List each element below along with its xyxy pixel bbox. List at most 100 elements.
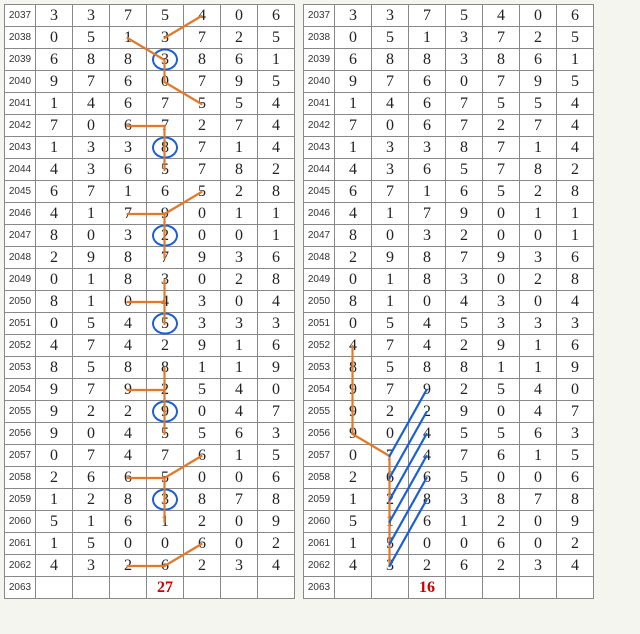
grid-cell: 9 — [36, 71, 73, 93]
grid-cell — [520, 577, 557, 599]
grid-cell: 6 — [557, 5, 594, 27]
grid-cell: 6 — [110, 71, 147, 93]
row-label: 2041 — [304, 93, 335, 115]
grid-cell: 5 — [557, 27, 594, 49]
row-label: 2060 — [304, 511, 335, 533]
grid-cell: 0 — [483, 401, 520, 423]
grid-cell: 8 — [36, 291, 73, 313]
grid-cell: 4 — [110, 313, 147, 335]
grid-cell: 4 — [258, 555, 295, 577]
grid-cell: 5 — [446, 5, 483, 27]
grid-cell: 7 — [184, 159, 221, 181]
row-label: 2057 — [5, 445, 36, 467]
grid-cell: 1 — [36, 533, 73, 555]
grid-cell: 2 — [483, 511, 520, 533]
grid-cell: 3 — [446, 49, 483, 71]
grid-cell: 3 — [184, 313, 221, 335]
grid-cell: 6 — [73, 467, 110, 489]
grid-cell: 3 — [557, 313, 594, 335]
row-label: 2050 — [304, 291, 335, 313]
grid-cell: 7 — [335, 115, 372, 137]
grid-cell: 1 — [409, 27, 446, 49]
grid-cell: 5 — [446, 423, 483, 445]
row-label: 2046 — [304, 203, 335, 225]
grid-cell: 0 — [184, 467, 221, 489]
grid-cell: 0 — [36, 313, 73, 335]
row-label: 2047 — [5, 225, 36, 247]
row-label: 2045 — [304, 181, 335, 203]
grid-cell: 1 — [258, 203, 295, 225]
grid-cell: 1 — [110, 27, 147, 49]
grid-cell: 8 — [221, 159, 258, 181]
grid-cell: 0 — [184, 269, 221, 291]
grid-cell: 1 — [520, 203, 557, 225]
grid-cell: 6 — [147, 555, 184, 577]
row-label: 2054 — [304, 379, 335, 401]
grid-cell: 2 — [110, 555, 147, 577]
grid-cell: 1 — [520, 445, 557, 467]
row-label: 2058 — [5, 467, 36, 489]
grid-cell: 1 — [258, 225, 295, 247]
grid-cell: 8 — [110, 357, 147, 379]
grid-cell: 1 — [372, 269, 409, 291]
grid-cell: 1 — [73, 291, 110, 313]
grid-cell: 9 — [73, 247, 110, 269]
row-label: 2046 — [5, 203, 36, 225]
grid-cell: 7 — [73, 379, 110, 401]
grid-cell: 1 — [73, 203, 110, 225]
grid-cell: 4 — [557, 555, 594, 577]
row-label: 2059 — [5, 489, 36, 511]
row-label: 2053 — [5, 357, 36, 379]
grid-cell: 4 — [258, 93, 295, 115]
grid-cell: 4 — [258, 291, 295, 313]
grid-cell: 0 — [372, 225, 409, 247]
grid-cell: 3 — [258, 313, 295, 335]
grid-cell: 3 — [446, 27, 483, 49]
grid-cell: 5 — [483, 181, 520, 203]
grid-cell: 5 — [184, 423, 221, 445]
grid-cell — [36, 577, 73, 599]
grid-cell: 8 — [147, 357, 184, 379]
grid-cell: 5 — [446, 467, 483, 489]
grid-cell: 6 — [147, 181, 184, 203]
grid-cell: 3 — [372, 5, 409, 27]
grid-cell: 0 — [520, 467, 557, 489]
grid-cell — [110, 577, 147, 599]
grid-cell: 0 — [409, 533, 446, 555]
grid-cell: 5 — [147, 423, 184, 445]
grid-cell: 5 — [446, 159, 483, 181]
grid-cell: 6 — [372, 467, 409, 489]
grid-cell: 0 — [110, 533, 147, 555]
row-label: 2048 — [304, 247, 335, 269]
grid-cell: 7 — [520, 489, 557, 511]
grid-cell: 1 — [36, 93, 73, 115]
grid-cell: 0 — [446, 71, 483, 93]
grid-cell: 7 — [372, 71, 409, 93]
grid-cell: 8 — [483, 49, 520, 71]
grid-cell: 1 — [335, 137, 372, 159]
grid-cell: 0 — [520, 5, 557, 27]
row-label: 2055 — [304, 401, 335, 423]
grid-cell: 9 — [409, 379, 446, 401]
row-label: 2048 — [5, 247, 36, 269]
grid-cell: 7 — [372, 445, 409, 467]
grid-cell: 9 — [557, 357, 594, 379]
grid-cell: 3 — [73, 137, 110, 159]
grid-cell: 5 — [184, 93, 221, 115]
grid-cell: 2 — [557, 533, 594, 555]
grid-cell: 5 — [184, 181, 221, 203]
grid-cell: 1 — [557, 49, 594, 71]
row-label: 2038 — [304, 27, 335, 49]
grid-cell: 2 — [221, 181, 258, 203]
grid-cell: 8 — [446, 357, 483, 379]
grid-cell: 4 — [557, 93, 594, 115]
grid-cell: 8 — [258, 181, 295, 203]
grid-cell: 4 — [258, 115, 295, 137]
grid-cell: 4 — [221, 379, 258, 401]
grid-cell: 6 — [409, 511, 446, 533]
grid-cell: 5 — [73, 533, 110, 555]
grid-cell: 2 — [557, 159, 594, 181]
grid-cell — [335, 577, 372, 599]
grid-cell: 7 — [147, 93, 184, 115]
grid-cell: 1 — [446, 511, 483, 533]
